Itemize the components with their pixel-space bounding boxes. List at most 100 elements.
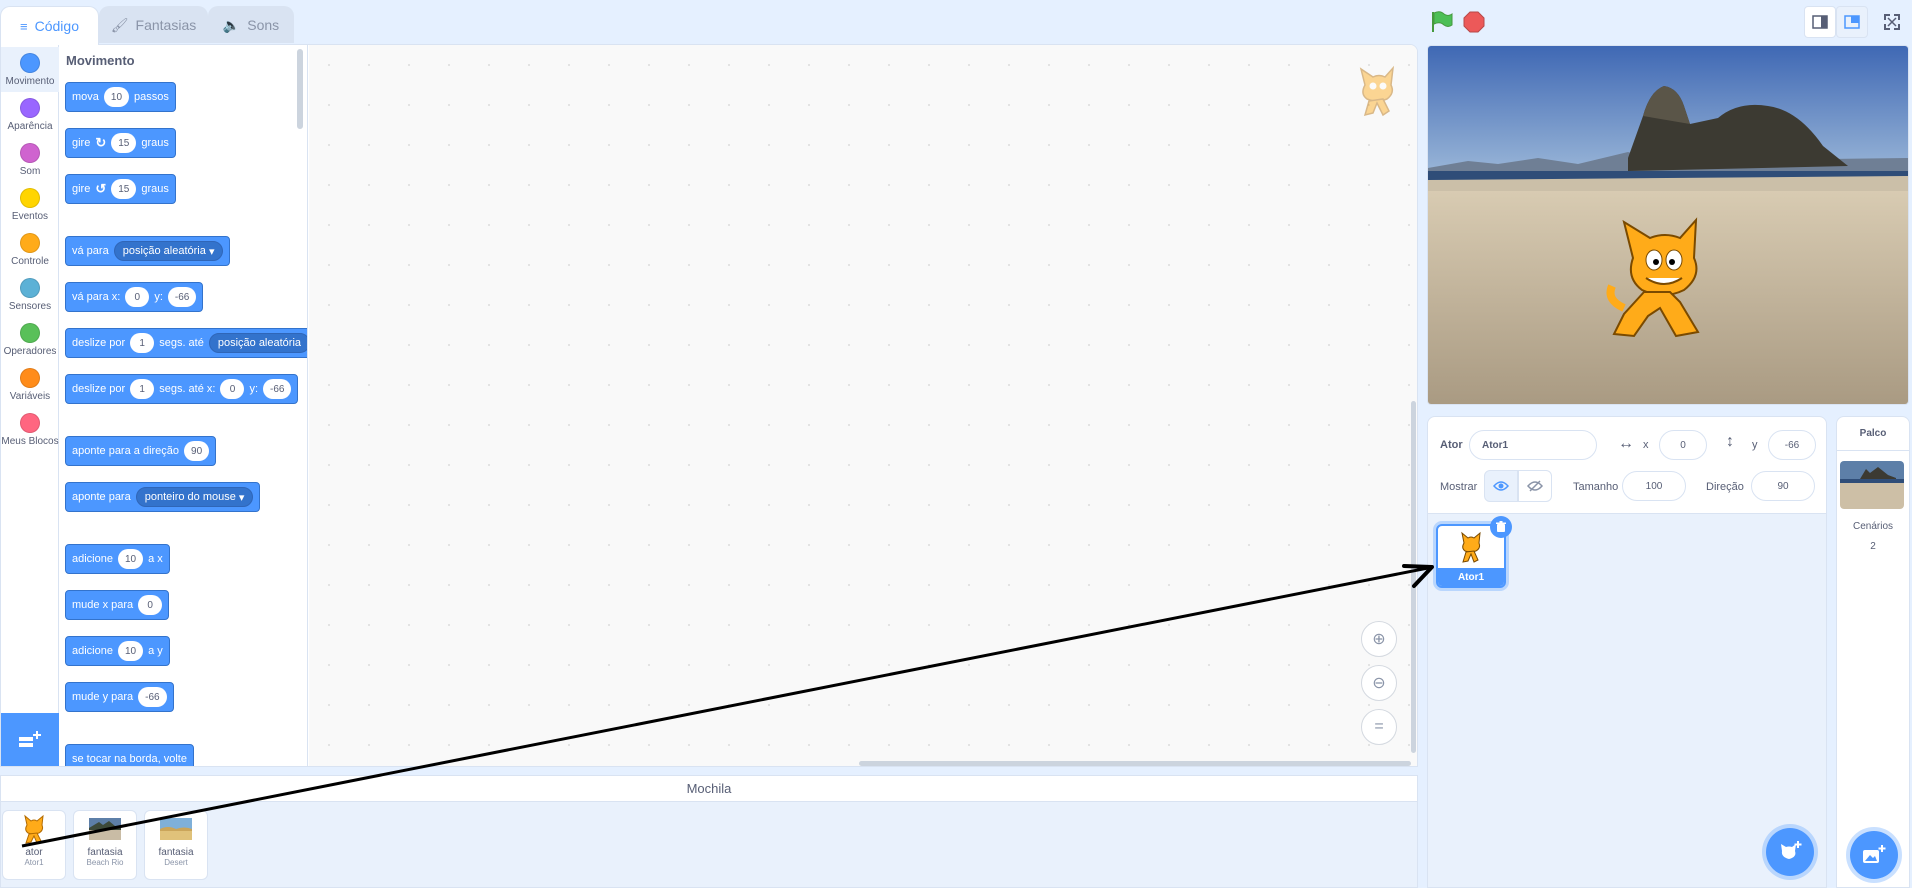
block-number-input[interactable]: 15 [111,133,137,153]
category-operators[interactable]: Operadores [1,317,59,362]
cat-plus-icon [1781,841,1802,859]
block-text: adicione [72,553,113,565]
category-sound[interactable]: Som [1,137,59,182]
category-looks[interactable]: Aparência [1,92,59,137]
block-change-x[interactable]: adicione 10 a x [65,544,170,574]
category-events[interactable]: Eventos [1,182,59,227]
backpack-item-label: ator [25,847,43,858]
backpack-title: Mochila [686,781,732,796]
add-extension-button[interactable] [1,713,59,766]
category-my-blocks[interactable]: Meus Blocos [1,407,59,452]
block-number-input[interactable]: 90 [184,441,210,461]
zoom-reset-button[interactable]: = [1361,709,1397,745]
tab-sounds[interactable]: 🔈 Sons [208,6,294,43]
tab-code-label: Código [34,18,79,34]
script-workspace[interactable]: ⊕ ⊖ = [309,45,1417,766]
block-number-input[interactable]: -66 [138,687,167,707]
stage-backdrop-thumbnail[interactable] [1840,461,1904,509]
zoom-in-button[interactable]: ⊕ [1361,621,1397,657]
block-glide-xy[interactable]: deslize por 1 segs. até x: 0 y: -66 [65,374,299,404]
block-point-towards[interactable]: aponte para ponteiro do mouse ▾ [65,482,261,512]
block-set-y[interactable]: mude y para -66 [65,682,174,712]
sprite-name-field[interactable]: Ator1 [1469,430,1597,460]
backpack-item-label: fantasia [158,847,194,858]
category-control[interactable]: Controle [1,227,59,272]
block-number-input[interactable]: 1 [130,379,155,399]
add-backdrop-button[interactable] [1850,831,1898,879]
block-set-x[interactable]: mude x para 0 [65,590,170,620]
block-number-input[interactable]: -66 [263,379,292,399]
tab-code[interactable]: ≡ Código [0,6,99,45]
tab-costumes[interactable]: 🖌 Fantasias [99,6,208,43]
block-text: mova [72,91,99,103]
category-motion[interactable]: Movimento [1,47,59,92]
category-variables[interactable]: Variáveis [1,362,59,407]
zoom-out-button[interactable]: ⊖ [1361,665,1397,701]
x-arrows-icon: ↔ [1618,435,1634,452]
direction-label: Direção [1706,481,1744,493]
backpack-header[interactable]: Mochila [1,776,1417,802]
block-text: segs. até [159,337,204,349]
fullscreen-button[interactable] [1876,6,1908,38]
block-number-input[interactable]: 0 [220,379,245,399]
block-number-input[interactable]: -66 [167,287,197,307]
category-events-dot [20,188,40,208]
zoom-reset-icon: = [1374,718,1384,735]
block-point-direction[interactable]: aponte para a direção 90 [65,436,217,466]
block-text: graus [141,183,169,195]
green-flag-button[interactable] [1428,10,1454,34]
add-sprite-button[interactable] [1766,828,1814,876]
delete-sprite-button[interactable] [1490,516,1512,538]
block-turn-left[interactable]: gire ↺ 15 graus [65,174,176,204]
block-number-input[interactable]: 15 [111,179,137,199]
category-label: Meus Blocos [1,436,59,447]
workspace-hscrollbar[interactable] [859,761,1411,766]
block-bounce[interactable]: se tocar na borda, volte [65,744,194,766]
x-field[interactable]: 0 [1659,430,1707,460]
block-number-input[interactable]: 10 [117,549,144,569]
block-dropdown[interactable]: ponteiro do mouse ▾ [135,487,254,507]
backpack-item[interactable]: ator Ator1 [2,810,66,880]
sprite-name-value: Ator1 [1482,439,1509,451]
sprite-watermark-icon [1359,65,1395,117]
block-dropdown[interactable]: posição aleatória ▾ [113,241,224,261]
stage-pane-title: Palco [1837,417,1909,451]
direction-value: 90 [1777,480,1789,492]
category-menu: Movimento Aparência Som Eventos Controle… [1,45,59,766]
show-sprite-button[interactable] [1484,470,1518,502]
block-move-steps[interactable]: mova 10 passos [65,82,176,112]
sprite-name-label: Ator [1440,439,1463,451]
block-glide[interactable]: deslize por 1 segs. até posição aleatóri… [65,328,307,358]
block-change-y[interactable]: adicione 10 a y [65,636,170,666]
small-stage-button[interactable] [1804,6,1836,38]
category-motion-dot [20,53,40,73]
block-goto[interactable]: vá para posição aleatória ▾ [65,236,231,266]
backpack-item[interactable]: fantasia Beach Rio [73,810,137,880]
category-label: Sensores [8,301,52,312]
block-dropdown[interactable]: posição aleatória [208,333,307,353]
x-label: x [1643,439,1649,451]
hide-sprite-button[interactable] [1518,470,1552,502]
block-number-input[interactable]: 0 [125,287,150,307]
workspace-vscrollbar[interactable] [1411,401,1416,753]
block-number-input[interactable]: 10 [117,641,144,661]
large-stage-button[interactable] [1836,6,1868,38]
block-text: aponte para a direção [72,445,180,457]
direction-field[interactable]: 90 [1751,471,1815,501]
stage-canvas[interactable] [1427,45,1909,405]
y-field[interactable]: -66 [1768,430,1816,460]
backpack: Mochila ator Ator1 fantasia Beach Rio fa… [0,775,1418,888]
block-turn-right[interactable]: gire ↻ 15 graus [65,128,176,158]
category-variables-dot [20,368,40,388]
category-sensing[interactable]: Sensores [1,272,59,317]
block-number-input[interactable]: 0 [138,595,163,615]
block-goto-xy[interactable]: vá para x: 0 y: -66 [65,282,204,312]
backpack-item[interactable]: fantasia Desert [144,810,208,880]
stop-button[interactable] [1462,10,1486,34]
block-number-input[interactable]: 1 [130,333,155,353]
size-field[interactable]: 100 [1622,471,1686,501]
block-number-input[interactable]: 10 [103,87,130,107]
palette-scrollbar[interactable] [297,49,303,129]
category-my-blocks-dot [20,413,40,433]
block-palette: Movimento mova 10 passos gire ↻ 15 graus… [59,45,308,766]
